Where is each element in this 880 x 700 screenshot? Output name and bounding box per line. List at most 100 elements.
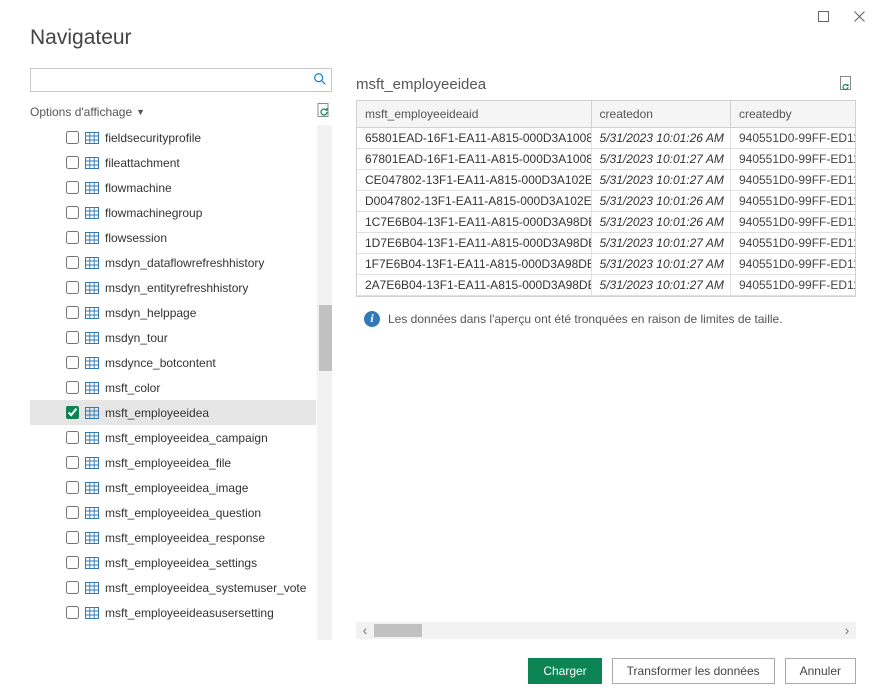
tree-item-checkbox[interactable] (66, 431, 79, 444)
table-cell: 940551D0-99FF-ED11-8F (730, 148, 855, 169)
tree-item[interactable]: msdyn_entityrefreshhistory (30, 275, 316, 300)
tree-item[interactable]: msft_employeeidea_question (30, 500, 316, 525)
tree-item[interactable]: msft_employeeidea_image (30, 475, 316, 500)
tree-item-checkbox[interactable] (66, 256, 79, 269)
tree-item-label: msft_employeeideasusersetting (105, 606, 274, 620)
tree-item-checkbox[interactable] (66, 406, 79, 419)
tree-item[interactable]: fieldsecurityprofile (30, 125, 316, 150)
horizontal-scrollbar-thumb[interactable] (374, 624, 422, 637)
table-row[interactable]: 67801EAD-16F1-EA11-A815-000D3A1008585/31… (357, 148, 855, 169)
display-options-dropdown[interactable]: Options d'affichage ▼ (30, 105, 145, 119)
table-icon (85, 382, 99, 394)
column-header[interactable]: createdon (591, 101, 730, 127)
search-input[interactable] (30, 68, 332, 92)
tree-item[interactable]: msft_employeeidea_campaign (30, 425, 316, 450)
tree-item-checkbox[interactable] (66, 331, 79, 344)
tree-item[interactable]: fileattachment (30, 150, 316, 175)
refresh-icon[interactable] (316, 102, 332, 121)
scroll-right-arrow[interactable]: › (838, 622, 856, 638)
navigator-tree[interactable]: fieldsecurityprofile fileattachment flowma… (30, 125, 332, 640)
transform-button[interactable]: Transformer les données (612, 658, 775, 684)
table-icon (85, 407, 99, 419)
table-icon (85, 257, 99, 269)
table-cell: 5/31/2023 10:01:27 AM (591, 169, 730, 190)
tree-item[interactable]: msft_employeeideasusersetting (30, 600, 316, 625)
table-cell: 5/31/2023 10:01:27 AM (591, 253, 730, 274)
tree-item[interactable]: msft_color (30, 375, 316, 400)
tree-item-label: msft_color (105, 381, 160, 395)
tree-item-label: msft_employeeidea (105, 406, 209, 420)
column-header[interactable]: msft_employeeideaid (357, 101, 591, 127)
table-row[interactable]: 2A7E6B04-13F1-EA11-A815-000D3A98DE0F5/31… (357, 274, 855, 295)
tree-item[interactable]: msft_employeeidea_response (30, 525, 316, 550)
column-header[interactable]: createdby (730, 101, 855, 127)
cancel-button[interactable]: Annuler (785, 658, 856, 684)
tree-item-checkbox[interactable] (66, 181, 79, 194)
export-icon[interactable] (838, 75, 854, 94)
table-cell: 1C7E6B04-13F1-EA11-A815-000D3A98DE0F (357, 211, 591, 232)
tree-item-checkbox[interactable] (66, 206, 79, 219)
table-cell: 5/31/2023 10:01:27 AM (591, 148, 730, 169)
tree-item-checkbox[interactable] (66, 481, 79, 494)
table-row[interactable]: D0047802-13F1-EA11-A815-000D3A102EBB5/31… (357, 190, 855, 211)
vertical-scrollbar[interactable] (317, 125, 332, 640)
scroll-left-arrow[interactable]: ‹ (356, 622, 374, 638)
info-icon: i (364, 311, 380, 327)
tree-item-checkbox[interactable] (66, 156, 79, 169)
tree-item[interactable]: msdynce_botcontent (30, 350, 316, 375)
tree-item-label: flowmachinegroup (105, 206, 202, 220)
load-button[interactable]: Charger (528, 658, 601, 684)
tree-item-checkbox[interactable] (66, 231, 79, 244)
page-title: Navigateur (0, 0, 880, 64)
table-row[interactable]: 1C7E6B04-13F1-EA11-A815-000D3A98DE0F5/31… (357, 211, 855, 232)
tree-item[interactable]: flowsession (30, 225, 316, 250)
tree-item-label: fileattachment (105, 156, 180, 170)
tree-item-label: msft_employeeidea_campaign (105, 431, 268, 445)
table-icon (85, 457, 99, 469)
tree-item-checkbox[interactable] (66, 281, 79, 294)
table-cell: D0047802-13F1-EA11-A815-000D3A102EBB (357, 190, 591, 211)
tree-item-label: msdynce_botcontent (105, 356, 216, 370)
table-row[interactable]: 65801EAD-16F1-EA11-A815-000D3A1008585/31… (357, 127, 855, 148)
table-cell: 2A7E6B04-13F1-EA11-A815-000D3A98DE0F (357, 274, 591, 295)
tree-item-label: msdyn_helppage (105, 306, 196, 320)
tree-item-checkbox[interactable] (66, 356, 79, 369)
tree-item[interactable]: msft_employeeidea_systemuser_vote (30, 575, 316, 600)
tree-item-checkbox[interactable] (66, 606, 79, 619)
close-button[interactable] (846, 6, 872, 26)
tree-item[interactable]: flowmachine (30, 175, 316, 200)
tree-item[interactable]: msft_employeeidea (30, 400, 316, 425)
tree-item-label: flowsession (105, 231, 167, 245)
table-cell: 65801EAD-16F1-EA11-A815-000D3A100858 (357, 127, 591, 148)
tree-item-label: msft_employeeidea_response (105, 531, 265, 545)
tree-item-checkbox[interactable] (66, 131, 79, 144)
tree-item-checkbox[interactable] (66, 506, 79, 519)
tree-item-label: msft_employeeidea_systemuser_vote (105, 581, 306, 595)
tree-item-checkbox[interactable] (66, 456, 79, 469)
table-row[interactable]: 1F7E6B04-13F1-EA11-A815-000D3A98DE0F5/31… (357, 253, 855, 274)
tree-item-checkbox[interactable] (66, 381, 79, 394)
tree-item-checkbox[interactable] (66, 581, 79, 594)
table-icon (85, 582, 99, 594)
table-row[interactable]: CE047802-13F1-EA11-A815-000D3A102EBB5/31… (357, 169, 855, 190)
table-cell: 67801EAD-16F1-EA11-A815-000D3A100858 (357, 148, 591, 169)
tree-item[interactable]: msdyn_helppage (30, 300, 316, 325)
table-icon (85, 482, 99, 494)
search-icon[interactable] (313, 72, 327, 89)
tree-item-checkbox[interactable] (66, 556, 79, 569)
tree-item[interactable]: msft_employeeidea_file (30, 450, 316, 475)
tree-item-label: msdyn_dataflowrefreshhistory (105, 256, 264, 270)
horizontal-scrollbar[interactable]: ‹ › (356, 622, 856, 639)
tree-item-label: msdyn_entityrefreshhistory (105, 281, 248, 295)
tree-item-checkbox[interactable] (66, 531, 79, 544)
tree-item[interactable]: msft_employeeidea_settings (30, 550, 316, 575)
table-row[interactable]: 1D7E6B04-13F1-EA11-A815-000D3A98DE0F5/31… (357, 232, 855, 253)
table-cell: 940551D0-99FF-ED11-8F (730, 190, 855, 211)
tree-item[interactable]: msdyn_tour (30, 325, 316, 350)
vertical-scrollbar-thumb[interactable] (319, 305, 332, 371)
tree-item[interactable]: msdyn_dataflowrefreshhistory (30, 250, 316, 275)
tree-item[interactable]: flowmachinegroup (30, 200, 316, 225)
maximize-button[interactable] (810, 6, 836, 26)
table-icon (85, 332, 99, 344)
tree-item-checkbox[interactable] (66, 306, 79, 319)
